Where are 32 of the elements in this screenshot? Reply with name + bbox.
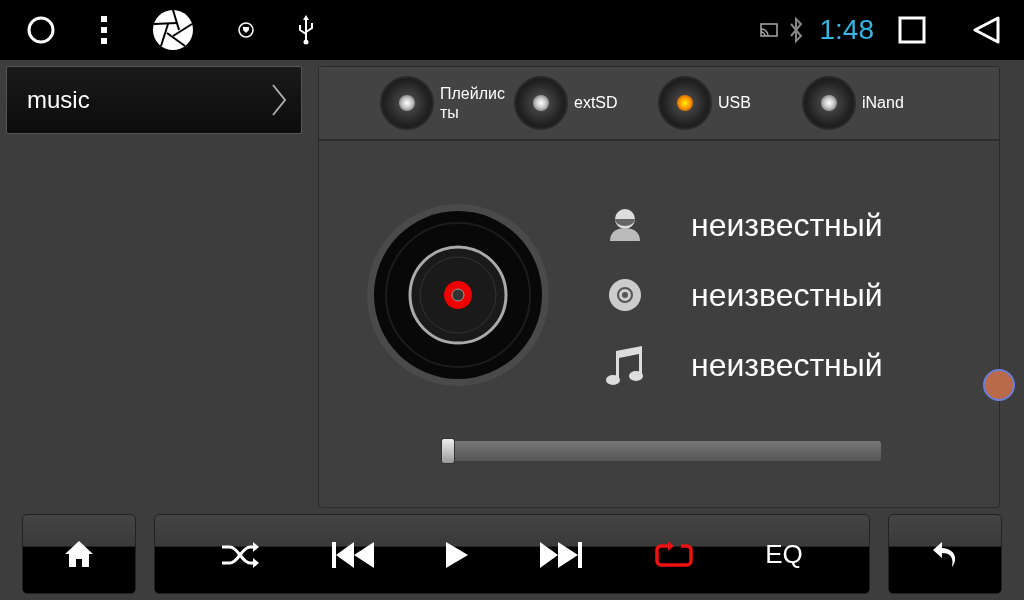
track-title-text: неизвестный: [691, 346, 883, 385]
slider-thumb[interactable]: [441, 438, 455, 464]
source-tab[interactable]: iNand: [802, 76, 938, 130]
source-tab[interactable]: extSD: [514, 76, 650, 130]
source-tab[interactable]: USB: [658, 76, 794, 130]
back-icon[interactable]: [972, 16, 1000, 44]
clock-time: 1:48: [819, 13, 874, 47]
repeat-icon: [654, 540, 693, 569]
usb-icon: [298, 15, 314, 45]
home-circle-icon[interactable]: [26, 15, 56, 45]
home-button[interactable]: [22, 514, 136, 594]
home-icon: [64, 539, 94, 569]
person-icon: [608, 208, 642, 242]
shuffle-icon: [221, 542, 260, 569]
shield-icon: [238, 22, 254, 38]
menu-icon[interactable]: [100, 15, 108, 45]
track-album-text: неизвестный: [691, 276, 883, 315]
source-tab[interactable]: Плейлисты: [380, 76, 506, 130]
aperture-icon: [152, 9, 194, 51]
music-note-icon: [606, 345, 644, 385]
folder-selector[interactable]: music: [6, 66, 302, 134]
disc-icon: [608, 278, 642, 312]
chevron-right-icon: [271, 83, 287, 117]
cast-icon: [759, 23, 778, 37]
previous-icon: [331, 542, 374, 569]
bluetooth-icon: [787, 16, 804, 44]
play-icon: [445, 542, 468, 569]
next-icon: [540, 542, 583, 569]
track-artist-text: неизвестный: [691, 206, 883, 245]
recents-icon[interactable]: [898, 16, 926, 44]
floating-bubble-icon[interactable]: [983, 369, 1015, 401]
eq-button[interactable]: EQ: [761, 537, 807, 571]
